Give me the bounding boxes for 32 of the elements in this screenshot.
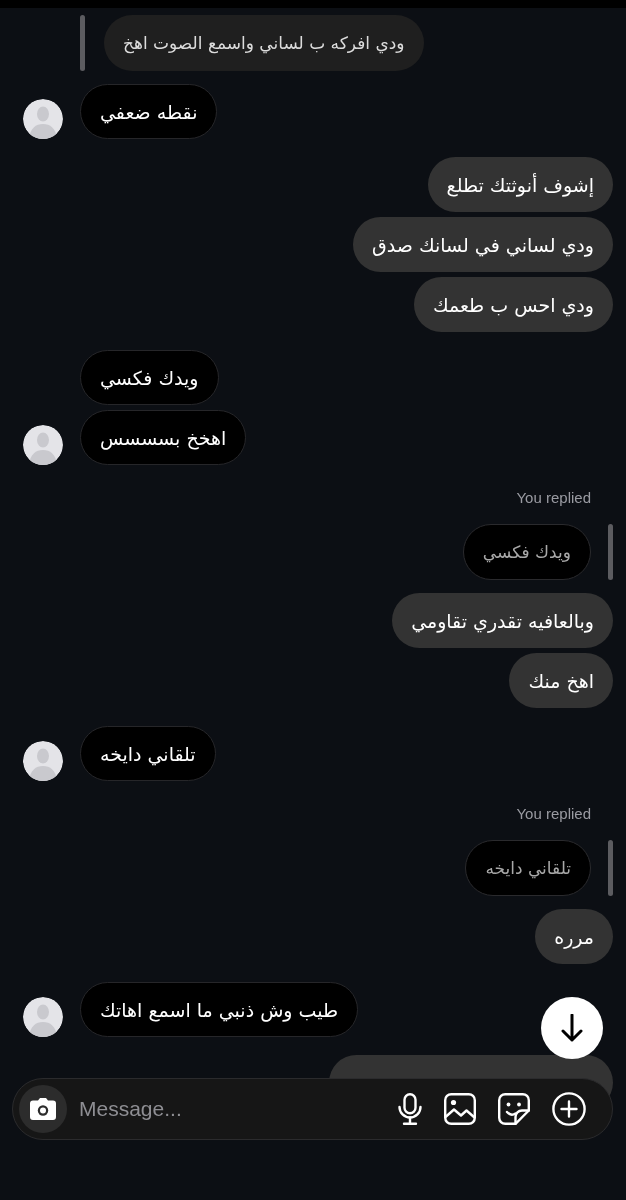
sent-message: ودي لساني في لسانك صدق — [353, 217, 613, 272]
reply-label: You replied — [516, 488, 591, 508]
add-button[interactable] — [552, 1092, 586, 1126]
received-message: طيب وش ذنبي ما اسمع اهاتك — [80, 982, 359, 1037]
quote-bar — [80, 15, 85, 71]
plus-icon — [552, 1092, 586, 1126]
received-message: نقطه ضعفي — [80, 84, 218, 139]
arrow-down-icon — [561, 1014, 583, 1042]
quote-bar — [608, 524, 613, 580]
sent-message: اهخ منك — [509, 653, 613, 708]
received-message: ويدك فكسي — [80, 350, 219, 405]
quoted-message: تلقاني دايخه — [465, 840, 591, 896]
quoted-message: ويدك فكسي — [462, 524, 591, 580]
received-message: تلقاني دايخه — [80, 726, 216, 781]
sent-message: إشوف أنوثتك تطلع — [427, 157, 613, 212]
sent-message: ودي احس ب طعمك — [413, 277, 613, 332]
sticker-button[interactable] — [498, 1093, 530, 1125]
message-input[interactable]: Message... — [79, 1091, 398, 1127]
image-icon — [444, 1093, 476, 1125]
microphone-button[interactable] — [398, 1093, 422, 1125]
quote-bar — [608, 840, 613, 896]
sent-message: مرره — [535, 909, 613, 964]
sticker-icon — [498, 1093, 530, 1125]
sent-message: وبالعافيه تقدري تقاومي — [392, 593, 613, 648]
reply-label: You replied — [516, 804, 591, 824]
composer-bar[interactable]: Message... — [12, 1078, 613, 1140]
received-message: اهخخ بسسسس — [80, 410, 247, 465]
camera-icon — [30, 1098, 56, 1120]
camera-button[interactable] — [19, 1085, 67, 1133]
quoted-message: ودي افركه ب لساني واسمع الصوت اهخ — [104, 15, 424, 71]
gallery-button[interactable] — [444, 1093, 476, 1125]
microphone-icon — [398, 1093, 422, 1125]
